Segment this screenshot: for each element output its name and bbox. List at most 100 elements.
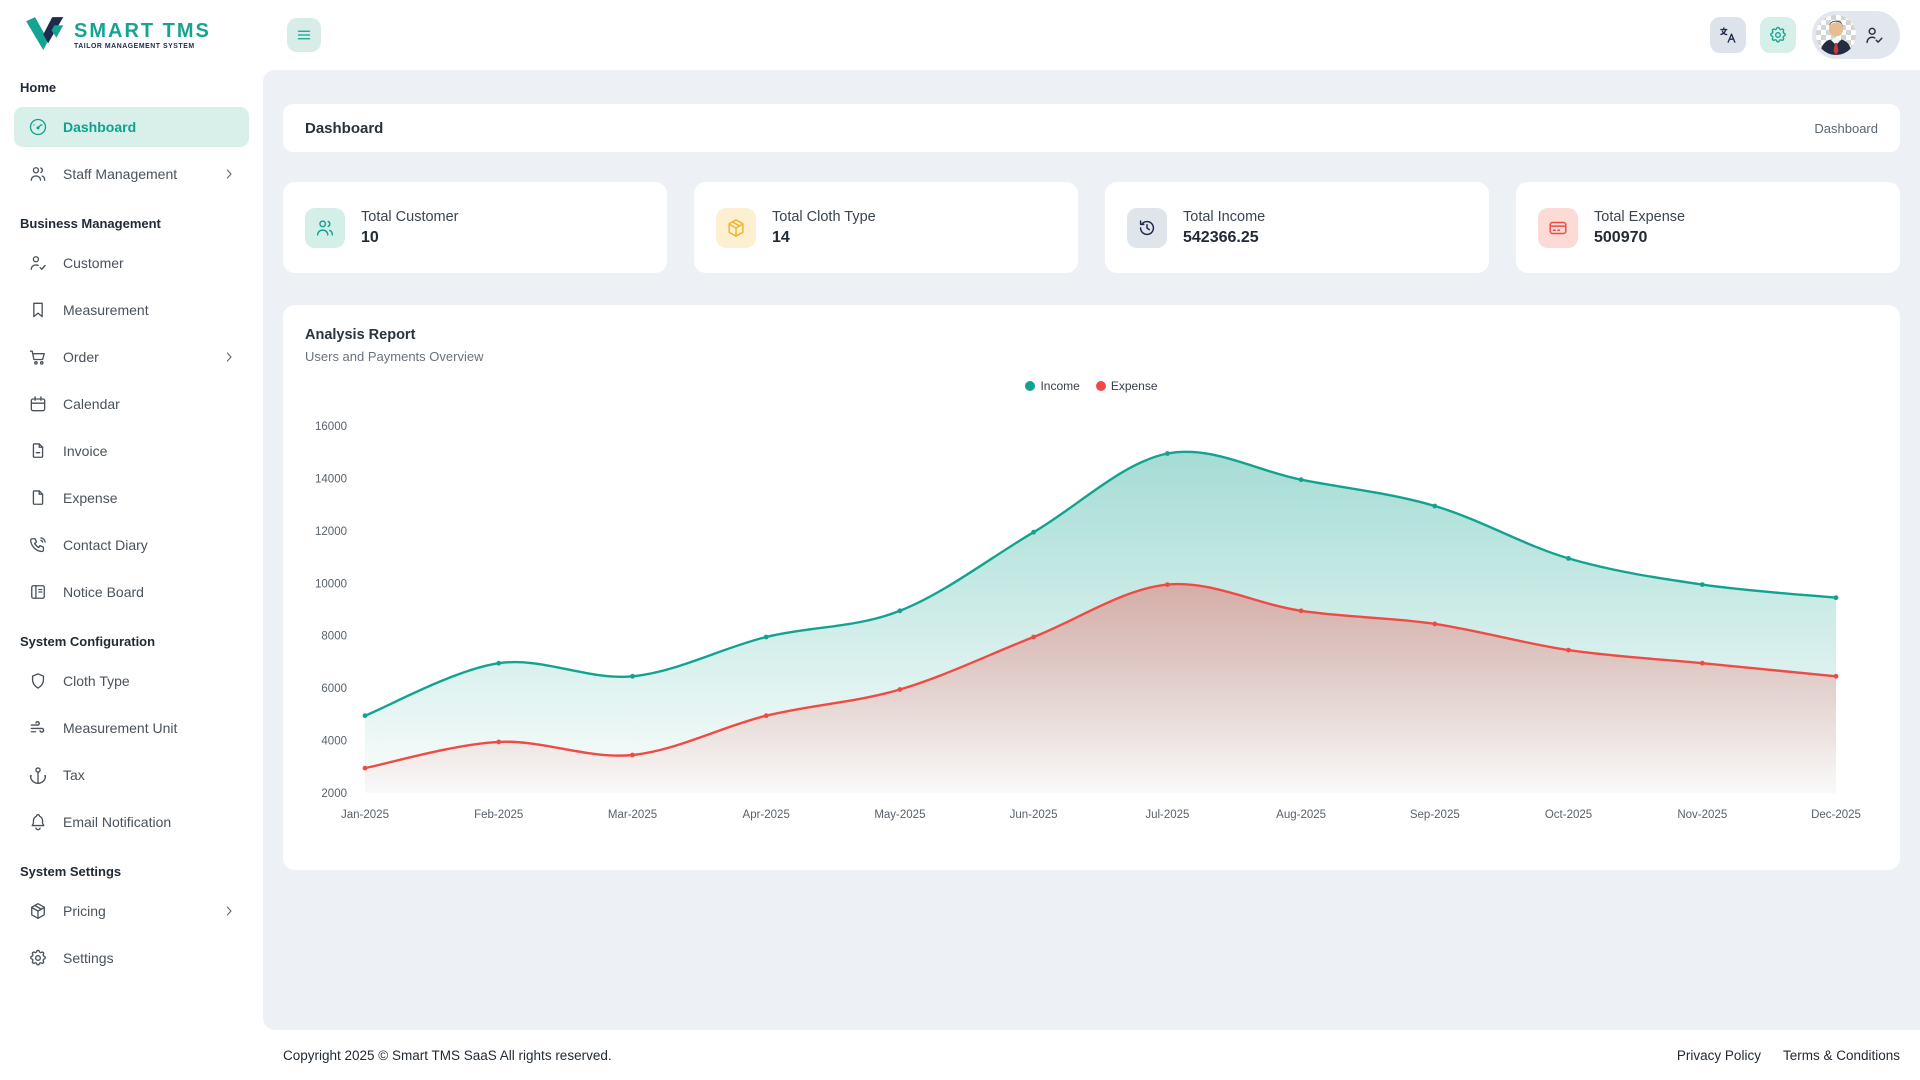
sidebar-item-label: Cloth Type [63, 673, 237, 689]
sidebar-nav: Home Dashboard Staff Management Business Ma… [14, 80, 249, 978]
sidebar-item-label: Dashboard [63, 119, 237, 135]
expense-point [496, 740, 501, 745]
legend-item-expense[interactable]: Expense [1096, 379, 1158, 393]
sidebar-item-measurement[interactable]: Measurement [14, 290, 249, 330]
y-axis-tick: 16000 [315, 421, 347, 433]
stat-card-total-customer: Total Customer10 [283, 182, 667, 273]
income-point [1834, 595, 1839, 600]
expense-point [1566, 648, 1571, 653]
stat-value: 10 [361, 229, 459, 247]
y-axis-tick: 10000 [315, 578, 347, 590]
sidebar-item-contact-diary[interactable]: Contact Diary [14, 525, 249, 565]
sidebar-item-expense[interactable]: Expense [14, 478, 249, 518]
language-button[interactable] [1710, 17, 1746, 53]
users-group-icon [28, 164, 48, 184]
expense-point [764, 713, 769, 718]
sidebar-section-business-management: Business Management [20, 216, 249, 231]
sidebar-item-measurement-unit[interactable]: Measurement Unit [14, 708, 249, 748]
sidebar-item-label: Order [63, 349, 221, 365]
brand-name: SMART TMS [74, 21, 211, 41]
sidebar-item-settings[interactable]: Settings [14, 938, 249, 978]
chart-subtitle: Users and Payments Overview [305, 349, 483, 364]
stat-value: 14 [772, 229, 876, 247]
income-point [898, 608, 903, 613]
sidebar-item-label: Pricing [63, 903, 221, 919]
income-point [630, 674, 635, 679]
sidebar-item-dashboard[interactable]: Dashboard [14, 107, 249, 147]
footer-link-privacy-policy[interactable]: Privacy Policy [1677, 1048, 1761, 1063]
x-axis-tick: Apr-2025 [743, 809, 790, 821]
sidebar-section-system-configuration: System Configuration [20, 634, 249, 649]
package-icon [716, 208, 756, 248]
y-axis-tick: 4000 [321, 736, 347, 748]
chart-title: Analysis Report [305, 327, 415, 343]
expense-point [898, 687, 903, 692]
chevron-right-icon [221, 903, 237, 919]
income-point [764, 635, 769, 640]
income-point [1432, 504, 1437, 509]
gear-icon [28, 948, 48, 968]
profile-menu[interactable] [1812, 11, 1900, 59]
sidebar-item-calendar[interactable]: Calendar [14, 384, 249, 424]
wind-icon [28, 718, 48, 738]
page-header-card: Dashboard Dashboard [283, 104, 1900, 152]
page-title: Dashboard [305, 120, 383, 137]
x-axis-tick: Jan-2025 [341, 809, 389, 821]
y-axis-tick: 12000 [315, 526, 347, 538]
board-icon [28, 582, 48, 602]
stat-label: Total Cloth Type [772, 209, 876, 225]
anchor-icon [28, 765, 48, 785]
sidebar-item-customer[interactable]: Customer [14, 243, 249, 283]
sidebar-item-email-notification[interactable]: Email Notification [14, 802, 249, 842]
brand-logo-icon [22, 15, 66, 55]
page-content: Dashboard Dashboard Total Customer10Tota… [263, 70, 1920, 1030]
income-point [496, 661, 501, 666]
bell-icon [28, 812, 48, 832]
menu-toggle-button[interactable] [287, 18, 321, 52]
avatar [1816, 15, 1856, 55]
sidebar-section-home: Home [20, 80, 249, 95]
sidebar: SMART TMS TAILOR MANAGEMENT SYSTEM Home D… [0, 0, 263, 1080]
file-icon [28, 488, 48, 508]
sidebar-item-pricing[interactable]: Pricing [14, 891, 249, 931]
expense-point [1432, 622, 1437, 627]
sidebar-item-cloth-type[interactable]: Cloth Type [14, 661, 249, 701]
sidebar-item-label: Measurement [63, 302, 237, 318]
sidebar-item-staff-management[interactable]: Staff Management [14, 154, 249, 194]
sidebar-item-order[interactable]: Order [14, 337, 249, 377]
legend-item-income[interactable]: Income [1025, 379, 1079, 393]
footer-link-terms-conditions[interactable]: Terms & Conditions [1783, 1048, 1900, 1063]
brand-logo[interactable]: SMART TMS TAILOR MANAGEMENT SYSTEM [14, 0, 249, 70]
legend-label: Income [1040, 379, 1079, 393]
sidebar-section-system-settings: System Settings [20, 864, 249, 879]
stats-row: Total Customer10 Total Cloth Type 14 Total … [283, 182, 1900, 273]
expense-point [1700, 661, 1705, 666]
sidebar-item-tax[interactable]: Tax [14, 755, 249, 795]
expense-point [1834, 674, 1839, 679]
settings-button[interactable] [1760, 17, 1796, 53]
file-minus-icon [28, 441, 48, 461]
sidebar-item-label: Invoice [63, 443, 237, 459]
legend-dot-icon [1025, 381, 1035, 391]
x-axis-tick: Jun-2025 [1010, 809, 1058, 821]
gauge-icon [28, 117, 48, 137]
chevron-right-icon [221, 349, 237, 365]
expense-point [630, 753, 635, 758]
expense-point [363, 766, 368, 771]
expense-point [1031, 635, 1036, 640]
y-axis-tick: 2000 [321, 788, 347, 800]
phone-icon [28, 535, 48, 555]
translate-icon [1718, 25, 1738, 45]
footer-links: Privacy Policy Terms & Conditions [1677, 1048, 1900, 1063]
shield-icon [28, 671, 48, 691]
calendar-icon [28, 394, 48, 414]
sidebar-item-label: Email Notification [63, 814, 237, 830]
sidebar-item-label: Measurement Unit [63, 720, 237, 736]
sidebar-item-label: Expense [63, 490, 237, 506]
breadcrumb[interactable]: Dashboard [1814, 121, 1878, 136]
sidebar-item-notice-board[interactable]: Notice Board [14, 572, 249, 612]
stat-label: Total Income [1183, 209, 1265, 225]
y-axis-tick: 14000 [315, 473, 347, 485]
sidebar-item-invoice[interactable]: Invoice [14, 431, 249, 471]
footer: Copyright 2025 © Smart TMS SaaS All righ… [263, 1030, 1920, 1080]
